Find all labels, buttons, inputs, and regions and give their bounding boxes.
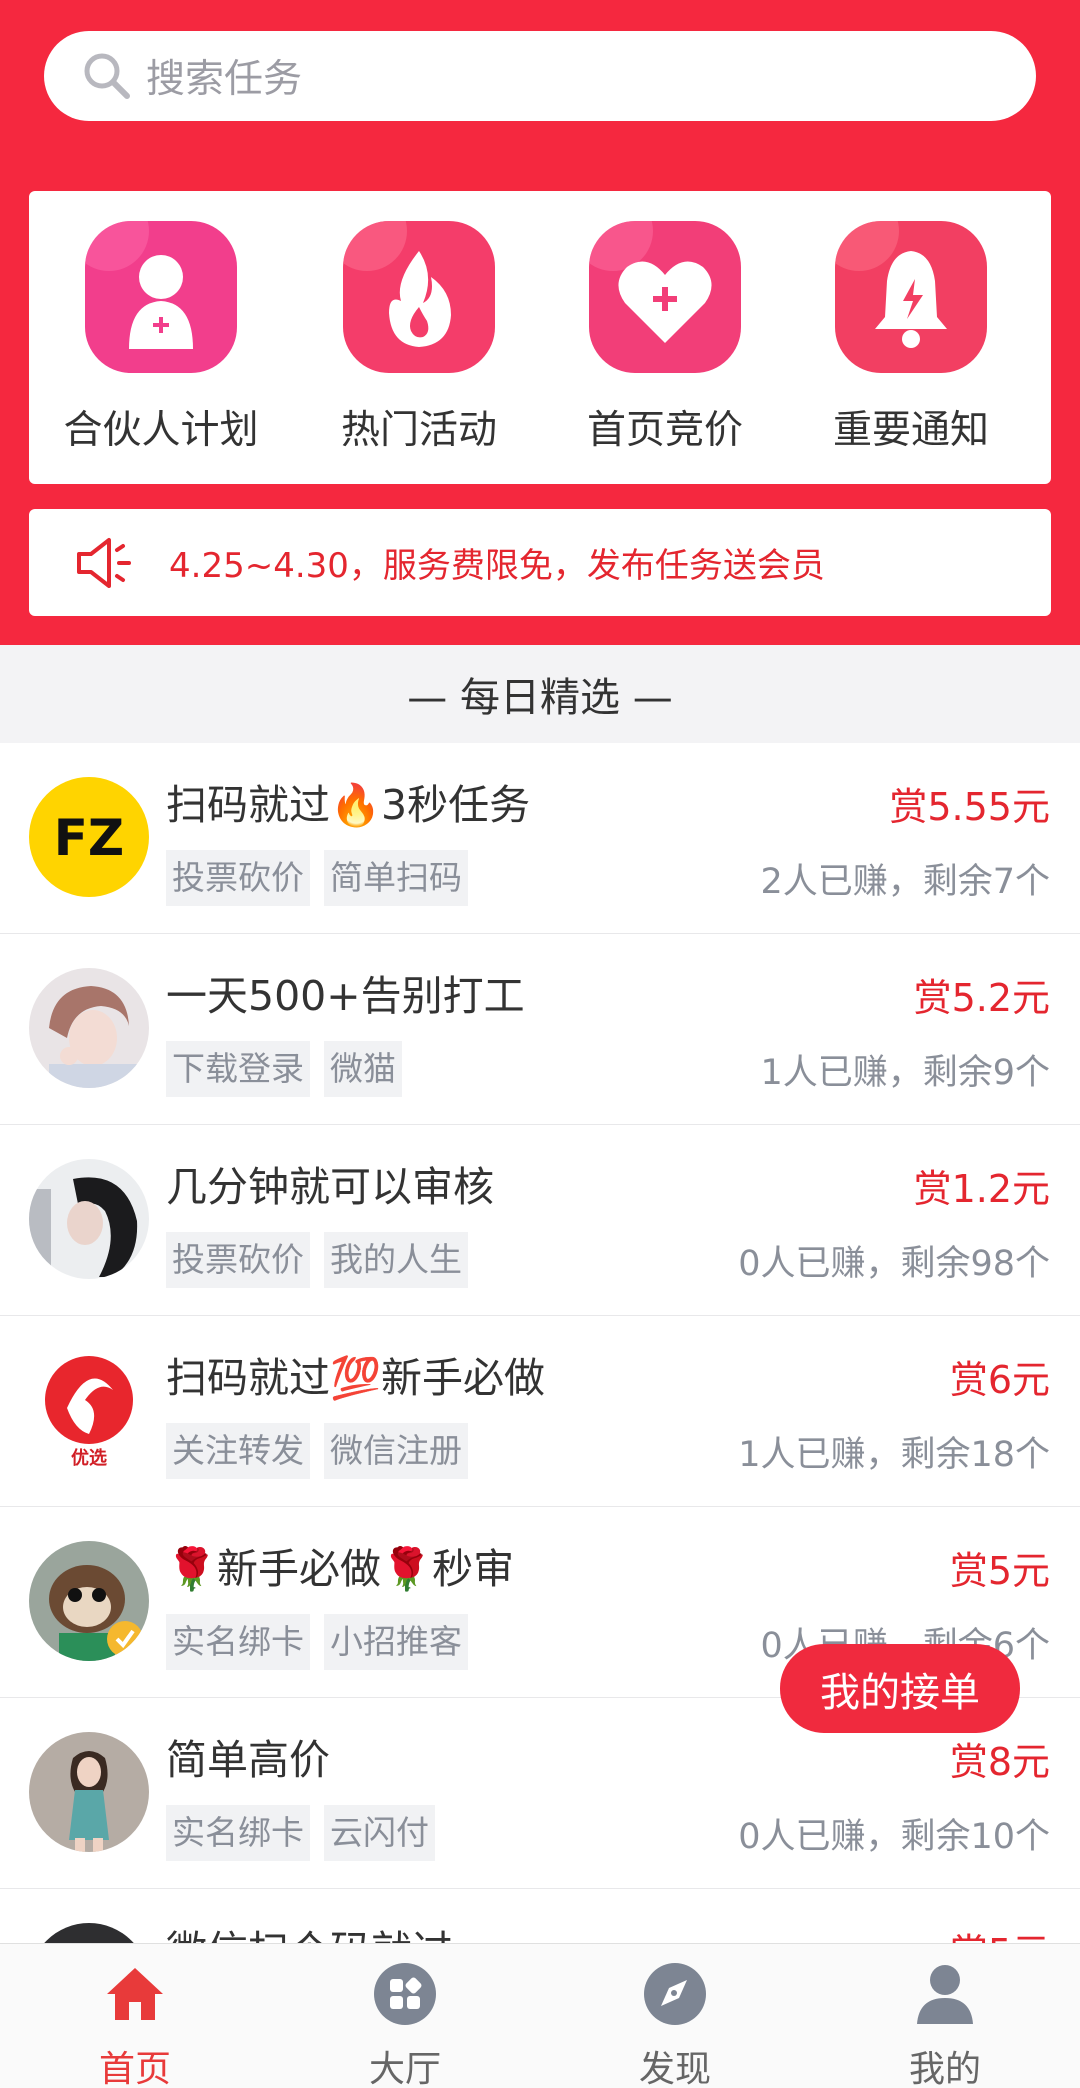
- avatar-photo: [29, 1732, 149, 1852]
- task-tag: 云闪付: [324, 1805, 435, 1861]
- task-tag: 简单扫码: [324, 850, 468, 906]
- home-icon: [101, 1960, 169, 2028]
- avatar-photo: [29, 1159, 149, 1279]
- tab-mine[interactable]: 我的: [810, 1944, 1080, 2088]
- task-tag: 下载登录: [166, 1041, 310, 1097]
- flame-icon: [343, 221, 495, 373]
- task-item[interactable]: 一天500+告别打工 赏5.2元 下载登录 微猫 1人已赚，剩余9个: [0, 934, 1080, 1125]
- tab-hall[interactable]: 大厅: [270, 1944, 540, 2088]
- task-tag: 关注转发: [166, 1423, 310, 1479]
- avatar-logo-text: FZ: [54, 809, 124, 867]
- category-label: 首页竞价: [586, 408, 743, 453]
- task-tag: 微信注册: [324, 1423, 468, 1479]
- avatar-photo: [29, 1923, 149, 1943]
- task-tags: 关注转发 微信注册: [166, 1423, 482, 1479]
- task-reward: 赏5.55元: [889, 785, 1050, 829]
- announcement-text: 4.25~4.30，服务费限免，发布任务送会员: [169, 546, 825, 586]
- avatar-logo-text: 优选: [71, 1447, 107, 1469]
- search-placeholder: 搜索任务: [146, 57, 303, 102]
- search-bar[interactable]: 搜索任务: [44, 31, 1036, 121]
- task-item[interactable]: FZ 扫码就过🔥3秒任务 赏5.55元 投票砍价 简单扫码 2人已赚，剩余7个: [0, 743, 1080, 934]
- task-tags: 投票砍价 我的人生: [166, 1232, 482, 1288]
- task-item[interactable]: 微信扫个码就过 赏5元: [0, 1889, 1080, 1943]
- task-title: 扫码就过🔥3秒任务: [166, 781, 531, 829]
- task-title: 几分钟就可以审核: [166, 1163, 494, 1211]
- category-important-notice[interactable]: 重要通知: [791, 191, 1031, 484]
- task-tags: 实名绑卡 小招推客: [166, 1614, 482, 1670]
- task-tag: 微猫: [324, 1041, 402, 1097]
- task-tags: 实名绑卡 云闪付: [166, 1805, 449, 1861]
- task-item[interactable]: 几分钟就可以审核 赏1.2元 投票砍价 我的人生 0人已赚，剩余98个: [0, 1125, 1080, 1316]
- task-tag: 实名绑卡: [166, 1805, 310, 1861]
- category-grid: 合伙人计划 热门活动 首页竞价 重要通知: [29, 191, 1051, 484]
- avatar-photo: [29, 1541, 149, 1661]
- task-stats: 0人已赚，剩余98个: [738, 1244, 1050, 1284]
- task-tag: 投票砍价: [166, 850, 310, 906]
- avatar-youxuan-logo: 优选: [29, 1350, 149, 1470]
- compass-icon: [641, 1960, 709, 2028]
- task-title: 微信扫个码就过: [166, 1917, 453, 1943]
- task-title: 简单高价: [166, 1736, 330, 1784]
- task-tags: 投票砍价 简单扫码: [166, 850, 482, 906]
- task-tag: 投票砍价: [166, 1232, 310, 1288]
- bottom-tab-bar: 首页 大厅 发现 我的: [0, 1943, 1080, 2088]
- tab-label: 我的: [908, 2049, 981, 2088]
- task-tag: 小招推客: [324, 1614, 468, 1670]
- category-label: 重要通知: [832, 408, 989, 453]
- tab-label: 首页: [98, 2049, 171, 2088]
- category-label: 合伙人计划: [63, 408, 259, 453]
- task-stats: 1人已赚，剩余9个: [760, 1053, 1050, 1093]
- task-reward: 赏6元: [949, 1358, 1050, 1402]
- task-tags: 下载登录 微猫: [166, 1041, 416, 1097]
- bell-icon: [835, 221, 987, 373]
- category-label: 热门活动: [340, 408, 497, 453]
- task-reward: 赏5元: [949, 1549, 1050, 1593]
- category-homepage-bidding[interactable]: 首页竞价: [545, 191, 785, 484]
- task-reward: 赏1.2元: [913, 1167, 1050, 1211]
- user-icon: [911, 1960, 979, 2028]
- task-reward: 赏5元: [950, 1922, 1050, 1943]
- header-banner: 搜索任务 合伙人计划 热门活动 首页竞价 重要通知 4.25~4.30，服务费限…: [0, 0, 1080, 645]
- tab-home[interactable]: 首页: [0, 1944, 270, 2088]
- tab-discover[interactable]: 发现: [540, 1944, 810, 2088]
- task-stats: 2人已赚，剩余7个: [760, 862, 1050, 902]
- task-title: 一天500+告别打工: [166, 972, 525, 1020]
- announcement-bar[interactable]: 4.25~4.30，服务费限免，发布任务送会员: [29, 509, 1051, 616]
- task-reward: 赏5.2元: [913, 976, 1050, 1020]
- task-list: FZ 扫码就过🔥3秒任务 赏5.55元 投票砍价 简单扫码 2人已赚，剩余7个 …: [0, 743, 1080, 1943]
- category-partner-plan[interactable]: 合伙人计划: [41, 191, 281, 484]
- task-title: 🌹新手必做🌹秒审: [166, 1545, 515, 1593]
- task-tag: 我的人生: [324, 1232, 468, 1288]
- heart-plus-icon: [589, 221, 741, 373]
- task-tag: 实名绑卡: [166, 1614, 310, 1670]
- task-stats: 0人已赚，剩余10个: [738, 1817, 1050, 1857]
- category-hot-activity[interactable]: 热门活动: [299, 191, 539, 484]
- task-stats: 1人已赚，剩余18个: [738, 1435, 1050, 1475]
- task-item[interactable]: 优选 扫码就过💯新手必做 赏6元 关注转发 微信注册 1人已赚，剩余18个: [0, 1316, 1080, 1507]
- partner-person-icon: [85, 221, 237, 373]
- tab-label: 发现: [638, 2049, 711, 2088]
- task-title: 扫码就过💯新手必做: [166, 1354, 546, 1402]
- avatar-photo: [29, 968, 149, 1088]
- search-icon: [84, 53, 130, 99]
- tab-label: 大厅: [368, 2049, 441, 2088]
- grid-icon: [371, 1960, 439, 2028]
- task-reward: 赏8元: [949, 1740, 1050, 1784]
- avatar-fz-logo: FZ: [29, 777, 149, 897]
- megaphone-icon: [77, 537, 131, 588]
- section-title-daily-picks: — 每日精选 —: [0, 645, 1080, 743]
- my-orders-button[interactable]: 我的接单: [780, 1644, 1020, 1733]
